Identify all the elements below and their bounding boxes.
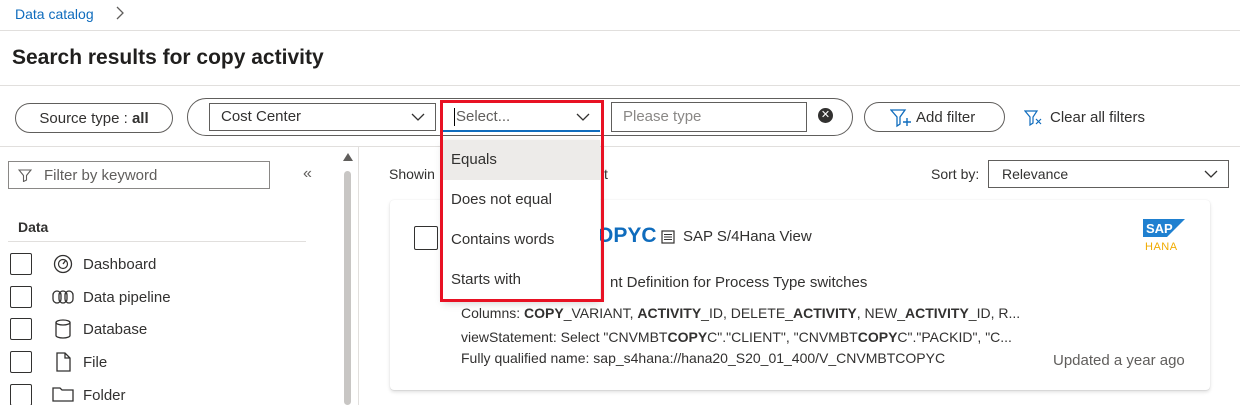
sort-by-label: Sort by:: [931, 166, 980, 182]
result-columns: Columns: COPY_VARIANT, ACTIVITY_ID, DELE…: [461, 305, 1020, 321]
result-updated-time: Updated a year ago: [1053, 352, 1185, 369]
scrollbar-thumb[interactable]: [344, 171, 351, 405]
sort-by-select[interactable]: Relevance: [988, 160, 1229, 188]
columns-text: _ID, R...: [968, 305, 1021, 321]
add-filter-icon: [890, 109, 911, 128]
sidebar-item-label: Folder: [83, 387, 126, 404]
result-checkbox[interactable]: [414, 226, 438, 250]
keyword-filter-placeholder: Filter by keyword: [44, 167, 158, 184]
checkbox[interactable]: [10, 384, 32, 405]
source-type-label: Source type :: [39, 110, 132, 127]
operator-dropdown-menu: Equals Does not equal Contains words Sta…: [443, 140, 600, 300]
hana-logo-text: HANA: [1145, 241, 1178, 253]
sap-logo-icon: SAP: [1143, 219, 1185, 237]
filter-value-input[interactable]: Please type: [611, 102, 807, 132]
operator-option-starts-with[interactable]: Starts with: [443, 260, 600, 300]
operator-option-does-not-equal[interactable]: Does not equal: [443, 180, 600, 220]
operator-option-contains-words[interactable]: Contains words: [443, 220, 600, 260]
keyword-filter-input[interactable]: Filter by keyword: [8, 161, 270, 189]
file-icon: [56, 352, 71, 372]
result-title[interactable]: OPYC: [597, 224, 657, 248]
breadcrumb: Data catalog: [0, 0, 1240, 31]
divider: [0, 146, 1240, 147]
columns-text: _VARIANT,: [563, 305, 638, 321]
add-filter-button[interactable]: Add filter: [864, 102, 1005, 132]
chevron-down-icon: [1204, 170, 1218, 178]
filter-value-placeholder: Please type: [623, 108, 702, 125]
chevron-down-icon: [411, 113, 425, 121]
filter-icon: [18, 169, 32, 182]
view-statement-text: C"."CLIENT", "CNVMBT: [707, 329, 858, 345]
sidebar-item-label: File: [83, 354, 108, 371]
checkbox[interactable]: [10, 253, 32, 275]
chevron-right-icon: [116, 6, 124, 20]
sort-by-value: Relevance: [1002, 166, 1069, 182]
view-icon: [661, 230, 675, 244]
sidebar-item-dashboard[interactable]: Dashboard: [10, 253, 290, 277]
results-count-text-end: t: [604, 166, 608, 182]
clear-filter-icon: [1024, 110, 1042, 126]
match-highlight: ACTIVITY: [637, 305, 702, 321]
checkbox[interactable]: [10, 318, 32, 340]
attribute-select-value: Cost Center: [221, 108, 302, 125]
operator-select[interactable]: Select...: [443, 102, 600, 132]
match-highlight: ACTIVITY: [792, 305, 857, 321]
match-highlight: ACTIVITY: [905, 305, 969, 321]
database-icon: [55, 319, 71, 339]
scroll-up-icon[interactable]: [343, 153, 353, 161]
match-highlight: COPY: [524, 305, 564, 321]
result-view-statement: viewStatement: Select "CNVMBTCOPYC"."CLI…: [461, 329, 1012, 345]
source-type-value: all: [131, 110, 149, 127]
sidebar-item-data-pipeline[interactable]: Data pipeline: [10, 286, 290, 310]
columns-text: _ID, DELETE_: [701, 305, 793, 321]
match-highlight: COPY: [857, 329, 898, 345]
data-pipeline-icon: [52, 290, 74, 304]
sidebar-item-file[interactable]: File: [10, 351, 290, 375]
checkbox[interactable]: [10, 351, 32, 373]
sidebar-item-label: Data pipeline: [83, 289, 171, 306]
source-type-filter[interactable]: Source type : all: [15, 103, 173, 133]
result-asset-type: SAP S/4Hana View: [683, 228, 812, 245]
dashboard-icon: [53, 254, 73, 274]
clear-value-icon[interactable]: ✕: [818, 108, 833, 123]
page-title: Search results for copy activity: [12, 46, 324, 69]
clear-all-filters-label: Clear all filters: [1050, 109, 1146, 126]
divider: [0, 85, 1240, 86]
sidebar-item-folder[interactable]: Folder: [10, 384, 290, 405]
sap-logo-text: SAP: [1146, 221, 1173, 236]
folder-icon: [52, 387, 74, 402]
checkbox[interactable]: [10, 286, 32, 308]
results-count-text: Showin: [389, 166, 435, 182]
result-description: nt Definition for Process Type switches: [610, 274, 868, 291]
divider: [8, 241, 306, 242]
operator-option-equals[interactable]: Equals: [443, 140, 600, 180]
sidebar-divider: [358, 147, 359, 405]
operator-select-placeholder: Select...: [456, 108, 511, 125]
text-caret: [454, 108, 455, 127]
sidebar-scrollbar[interactable]: [343, 153, 353, 405]
collapse-sidebar-icon[interactable]: «: [303, 165, 312, 183]
sidebar-section-data: Data: [18, 219, 49, 235]
add-filter-label: Add filter: [916, 109, 976, 126]
sidebar-item-label: Dashboard: [83, 256, 157, 273]
sidebar-item-label: Database: [83, 321, 148, 338]
breadcrumb-data-catalog[interactable]: Data catalog: [15, 6, 94, 22]
match-highlight: COPY: [667, 329, 708, 345]
view-statement-text: C"."PACKID", "C...: [897, 329, 1012, 345]
columns-label: Columns:: [461, 305, 525, 321]
result-qualified-name: Fully qualified name: sap_s4hana://hana2…: [461, 350, 946, 366]
sidebar-item-database[interactable]: Database: [10, 318, 290, 342]
view-statement-label: viewStatement: Select "CNVMBT: [461, 329, 668, 345]
columns-text: , NEW_: [856, 305, 905, 321]
chevron-down-icon: [576, 113, 590, 121]
attribute-select[interactable]: Cost Center: [209, 103, 436, 131]
